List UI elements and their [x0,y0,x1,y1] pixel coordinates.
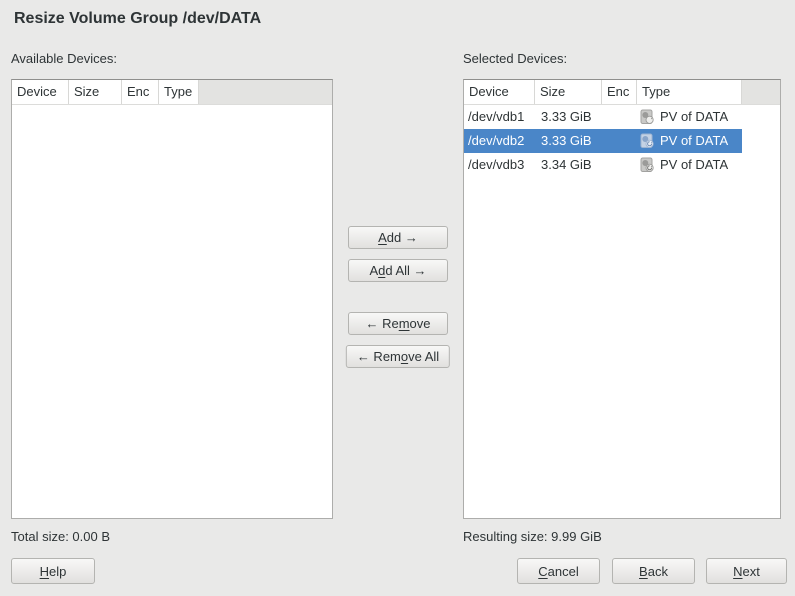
cancel-button[interactable]: Cancel [517,558,600,584]
cancel-button-mnemonic: C [538,564,547,579]
cell-type: PV of DATA [637,153,742,177]
cell-device: /dev/vdb1 [464,105,535,129]
help-button[interactable]: Help [11,558,95,584]
cell-type-label: PV of DATA [660,129,728,153]
cell-enc [602,153,637,177]
cell-filler [742,153,780,177]
selected-table-body: /dev/vdb1 3.33 GiB PV of DATA /dev/v [464,105,780,177]
column-header-filler [199,80,332,104]
column-header-filler [742,80,780,104]
cell-type: PV of DATA [637,129,742,153]
cell-type-label: PV of DATA [660,105,728,129]
remove-all-button-label: ← Rem [357,349,401,364]
remove-button-label: ove [410,316,431,331]
cell-size: 3.34 GiB [535,153,602,177]
cancel-button-label: ancel [548,564,579,579]
remove-button[interactable]: ← Remove [348,312,448,335]
back-button-label: ack [648,564,668,579]
table-row[interactable]: /dev/vdb1 3.33 GiB PV of DATA [464,105,780,129]
pv-device-icon [639,133,655,149]
column-header-type[interactable]: Type [637,80,742,104]
next-button-label: ext [743,564,760,579]
next-button[interactable]: Next [706,558,787,584]
cell-device: /dev/vdb3 [464,153,535,177]
table-row[interactable]: /dev/vdb3 3.34 GiB PV of DATA [464,153,780,177]
cell-size: 3.33 GiB [535,105,602,129]
cell-enc [602,129,637,153]
selected-devices-label: Selected Devices: [463,51,567,66]
available-devices-label: Available Devices: [11,51,117,66]
column-header-enc[interactable]: Enc [602,80,637,104]
next-button-mnemonic: N [733,564,742,579]
add-all-button-label: A [369,263,378,278]
remove-all-button-mnemonic: o [401,349,408,364]
total-size-label: Total size: 0.00 B [11,529,110,544]
add-button-label: dd → [387,230,418,245]
column-header-type[interactable]: Type [159,80,199,104]
available-table-header: Device Size Enc Type [12,80,332,105]
pv-device-icon [639,157,655,173]
help-button-mnemonic: H [40,564,49,579]
add-all-button[interactable]: Add All → [348,259,448,282]
selected-table-header: Device Size Enc Type [464,80,780,105]
resize-volume-group-dialog: Resize Volume Group /dev/DATA Available … [0,0,795,596]
back-button-mnemonic: B [639,564,648,579]
selected-devices-table[interactable]: Device Size Enc Type /dev/vdb1 3.33 GiB [463,79,781,519]
column-header-size[interactable]: Size [69,80,122,104]
help-button-label: elp [49,564,66,579]
add-button-mnemonic: A [378,230,387,245]
remove-all-button[interactable]: ← Remove All [346,345,450,368]
table-row-selected[interactable]: /dev/vdb2 3.33 GiB PV of DATA [464,129,780,153]
resulting-size-label: Resulting size: 9.99 GiB [463,529,602,544]
remove-button-label: ← Re [365,316,398,331]
remove-all-button-label: ve All [408,349,439,364]
column-header-device[interactable]: Device [12,80,69,104]
cell-enc [602,105,637,129]
cell-type: PV of DATA [637,105,742,129]
add-all-button-label: d All → [385,263,426,278]
cell-filler [742,105,780,129]
cell-filler [742,129,780,153]
pv-device-icon [639,109,655,125]
remove-button-mnemonic: m [399,316,410,331]
column-header-device[interactable]: Device [464,80,535,104]
cell-device: /dev/vdb2 [464,129,535,153]
add-all-button-mnemonic: d [378,263,385,278]
available-devices-table[interactable]: Device Size Enc Type [11,79,333,519]
dialog-title: Resize Volume Group /dev/DATA [14,10,261,28]
column-header-size[interactable]: Size [535,80,602,104]
column-header-enc[interactable]: Enc [122,80,159,104]
cell-size: 3.33 GiB [535,129,602,153]
cell-type-label: PV of DATA [660,153,728,177]
back-button[interactable]: Back [612,558,695,584]
add-button[interactable]: Add → [348,226,448,249]
